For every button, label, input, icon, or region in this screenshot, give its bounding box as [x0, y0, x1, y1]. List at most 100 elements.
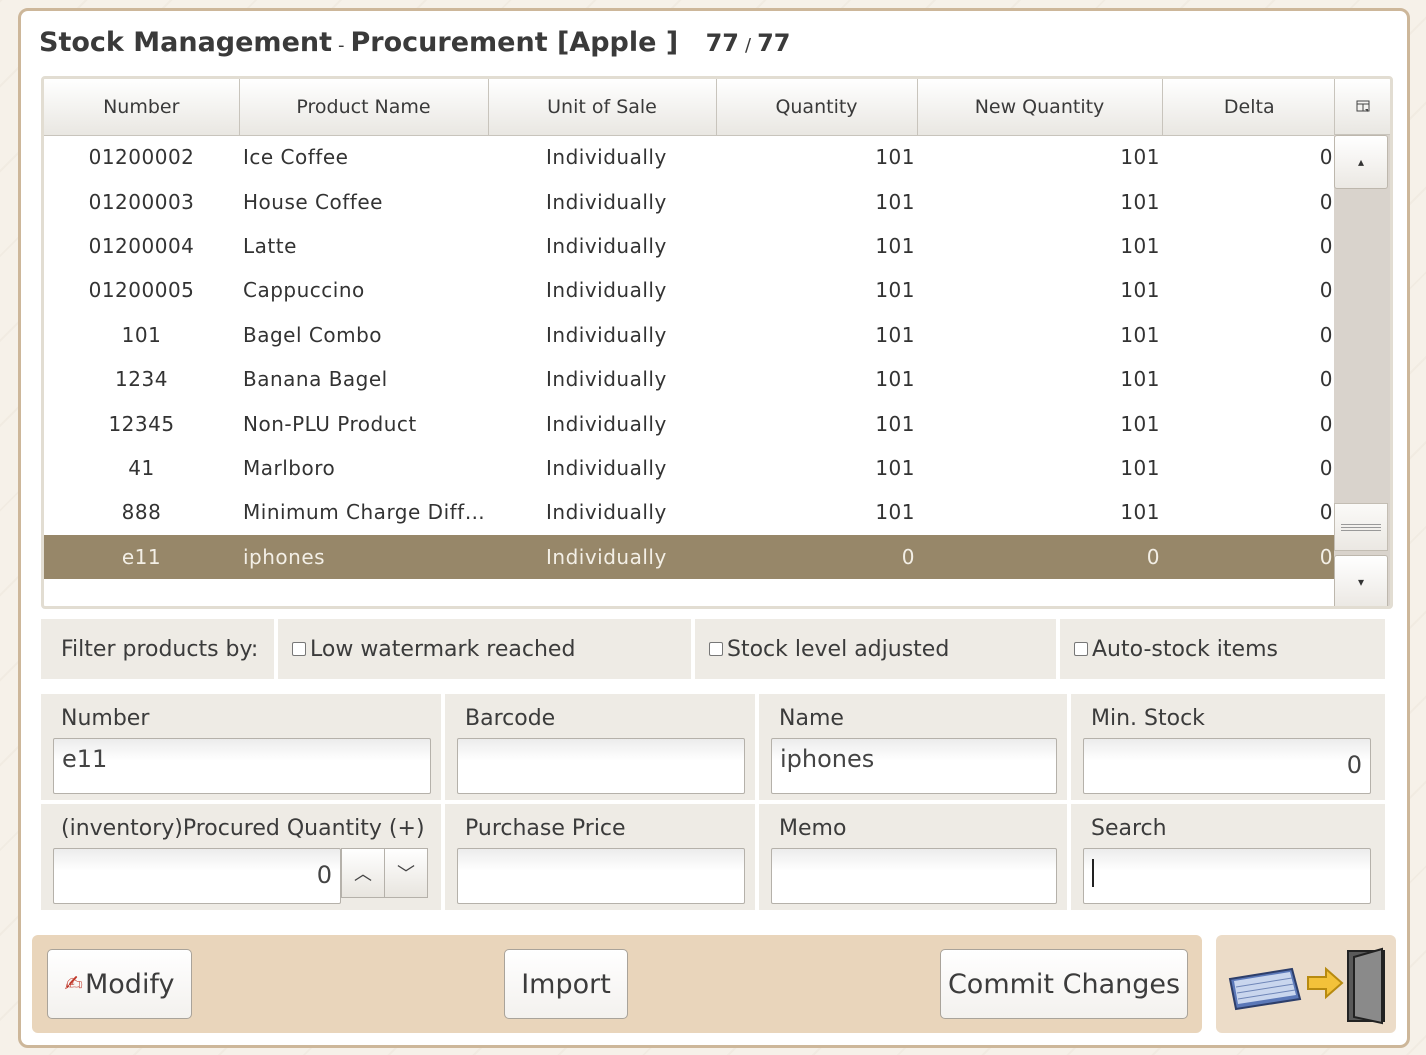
checkbox-stock-adjusted[interactable] [709, 642, 723, 656]
cell-new-quantity: 101 [1120, 189, 1160, 214]
column-header-new-quantity[interactable]: New Quantity [917, 79, 1163, 136]
cell-delta: 0 [1319, 233, 1333, 258]
table-row[interactable]: 12345 Non-PLU Product Individually 101 101 0 [44, 401, 1336, 445]
scroll-up-icon: ▴ [1357, 155, 1365, 169]
cell-number: 101 [121, 322, 162, 347]
decrement-button[interactable]: ﹀ [384, 848, 428, 898]
cell-number: 12345 [108, 411, 175, 436]
cell-product-name: iphones [239, 534, 488, 579]
field-number: Number e11 [41, 694, 441, 800]
cell-new-quantity: 101 [1120, 367, 1160, 392]
scroll-thumb[interactable] [1334, 503, 1388, 551]
exit-button[interactable] [1216, 935, 1396, 1033]
filter-stock-adjusted[interactable]: Stock level adjusted [695, 619, 1056, 679]
column-settings-icon[interactable] [1334, 79, 1390, 135]
modify-button[interactable]: ✍ Modify [47, 949, 192, 1019]
purchase-price-label: Purchase Price [465, 816, 626, 841]
increment-button[interactable]: ︿ [341, 848, 385, 898]
procured-quantity-input[interactable]: 0 [53, 848, 341, 904]
cell-new-quantity: 101 [1120, 500, 1160, 525]
table-row[interactable]: 101 Bagel Combo Individually 101 101 0 [44, 313, 1336, 357]
cell-quantity: 101 [875, 278, 915, 303]
cell-product-name: Marlboro [243, 455, 336, 480]
keyboard-exit-icon [1228, 947, 1385, 1025]
cell-quantity: 101 [875, 189, 915, 214]
table-row[interactable]: 1234 Banana Bagel Individually 101 101 0 [44, 357, 1336, 401]
count-total: 77 [757, 29, 791, 57]
cell-delta: 0 [1162, 534, 1336, 579]
memo-input[interactable] [771, 848, 1057, 904]
checkbox-auto-stock[interactable] [1074, 642, 1088, 656]
column-header-product-name[interactable]: Product Name [239, 79, 489, 136]
filter-bar: Filter products by: Low watermark reache… [41, 619, 1385, 679]
cell-number: 01200003 [88, 189, 195, 214]
cell-unit-of-sale: Individually [546, 189, 667, 214]
cell-product-name: Bagel Combo [243, 322, 383, 347]
min-stock-label: Min. Stock [1091, 706, 1205, 731]
table-row[interactable]: 01200002 Ice Coffee Individually 101 101 0 [44, 135, 1336, 179]
text-cursor [1092, 859, 1094, 887]
field-search: Search [1071, 804, 1385, 910]
barcode-label: Barcode [465, 706, 556, 731]
field-min-stock: Min. Stock 0 [1071, 694, 1385, 800]
cell-product-name: Ice Coffee [243, 145, 349, 170]
product-table: Number Product Name Unit of Sale Quantit… [44, 79, 1336, 579]
cell-quantity: 101 [875, 367, 915, 392]
title-separator: - [338, 35, 345, 56]
table-row[interactable]: 888 Minimum Charge Diffe... Individually 10… [44, 490, 1336, 534]
cell-number: 01200002 [88, 145, 195, 170]
column-header-delta[interactable]: Delta [1162, 79, 1336, 136]
table-row[interactable]: e11 iphones Individually 0 0 0 [44, 534, 1336, 579]
column-header-quantity[interactable]: Quantity [716, 79, 918, 136]
barcode-input[interactable] [457, 738, 745, 794]
grip-icon [1341, 523, 1381, 531]
cell-new-quantity: 101 [1120, 145, 1160, 170]
number-label: Number [61, 706, 150, 731]
cell-unit-of-sale: Individually [546, 455, 667, 480]
title-sub: Procurement [Apple ] [350, 27, 679, 58]
table-row[interactable]: 01200003 House Coffee Individually 101 101 0 [44, 179, 1336, 223]
count-current: 77 [705, 29, 740, 57]
cell-quantity: 101 [875, 500, 915, 525]
checkbox-low-watermark[interactable] [292, 642, 306, 656]
filter-low-watermark[interactable]: Low watermark reached [278, 619, 691, 679]
name-input[interactable]: iphones [771, 738, 1057, 794]
cell-new-quantity: 101 [1120, 278, 1160, 303]
cell-new-quantity: 101 [1120, 411, 1160, 436]
import-button[interactable]: Import [504, 949, 628, 1019]
chevron-up-icon: ︿ [354, 864, 372, 885]
column-header-number[interactable]: Number [44, 79, 240, 136]
action-bar: ✍ Modify Import Commit Changes [32, 935, 1202, 1033]
table-row[interactable]: 41 Marlboro Individually 101 101 0 [44, 446, 1336, 490]
field-barcode: Barcode [445, 694, 755, 800]
number-input[interactable]: e11 [53, 738, 431, 794]
field-procured-quantity: (inventory)Procured Quantity (+) 0 ︿ ﹀ [41, 804, 441, 910]
filter-auto-stock[interactable]: Auto-stock items [1060, 619, 1385, 679]
title-main: Stock Management [39, 27, 333, 58]
field-purchase-price: Purchase Price [445, 804, 755, 910]
cell-number: 01200004 [88, 233, 195, 258]
chevron-down-icon: ﹀ [397, 864, 415, 885]
min-stock-input[interactable]: 0 [1083, 738, 1371, 794]
grid-scrollbar[interactable]: ▴ ▾ [1334, 135, 1390, 606]
scroll-up-button[interactable]: ▴ [1334, 135, 1388, 189]
table-row[interactable]: 01200005 Cappuccino Individually 101 101 0 [44, 268, 1336, 312]
table-row[interactable]: 01200004 Latte Individually 101 101 0 [44, 224, 1336, 268]
memo-label: Memo [779, 816, 847, 841]
search-input[interactable] [1083, 848, 1371, 904]
scroll-down-button[interactable]: ▾ [1334, 555, 1388, 606]
cell-unit-of-sale: Individually [546, 367, 667, 392]
product-grid[interactable]: Number Product Name Unit of Sale Quantit… [41, 76, 1393, 609]
cell-product-name: Cappuccino [243, 278, 365, 303]
filter-stock-adjusted-label: Stock level adjusted [727, 636, 950, 662]
purchase-price-input[interactable] [457, 848, 745, 904]
cell-product-name: House Coffee [243, 189, 383, 214]
cell-delta: 0 [1319, 367, 1333, 392]
commit-changes-button[interactable]: Commit Changes [940, 949, 1188, 1019]
cell-product-name: Banana Bagel [243, 367, 388, 392]
cell-unit-of-sale: Individually [546, 278, 667, 303]
cell-delta: 0 [1319, 189, 1333, 214]
column-header-unit-of-sale[interactable]: Unit of Sale [488, 79, 717, 136]
scroll-down-icon: ▾ [1357, 575, 1365, 589]
cell-delta: 0 [1319, 322, 1333, 347]
